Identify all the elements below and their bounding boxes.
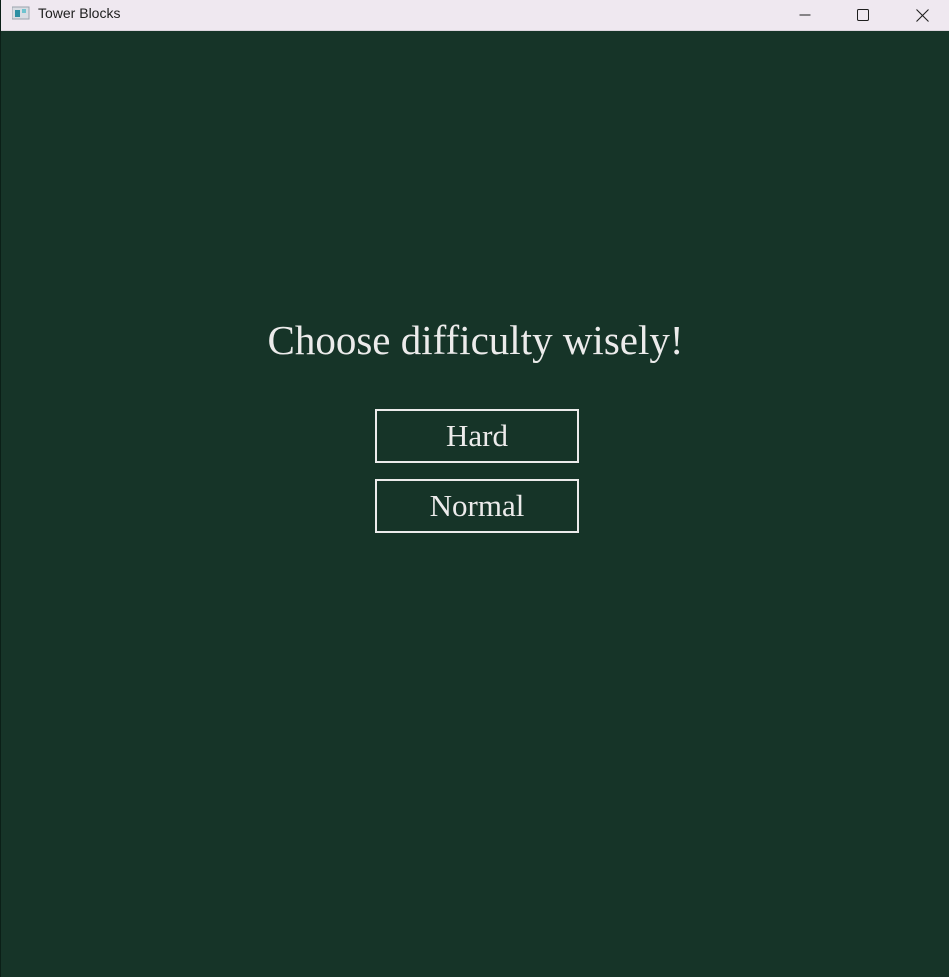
app-icon	[11, 5, 30, 21]
maximize-button[interactable]	[840, 0, 886, 30]
minimize-button[interactable]	[782, 0, 828, 30]
normal-button[interactable]: Normal	[375, 479, 579, 533]
game-canvas: Choose difficulty wisely! Hard Normal	[1, 31, 949, 977]
window-title: Tower Blocks	[38, 5, 121, 21]
hard-button[interactable]: Hard	[375, 409, 579, 463]
minimize-icon	[799, 14, 811, 16]
close-icon	[915, 8, 929, 22]
difficulty-heading: Choose difficulty wisely!	[267, 317, 684, 363]
close-button[interactable]	[899, 0, 945, 30]
title-bar[interactable]: Tower Blocks	[1, 0, 949, 31]
maximize-icon	[857, 9, 869, 21]
app-window: Tower Blocks Choose difficulty wisely! H…	[0, 0, 949, 977]
